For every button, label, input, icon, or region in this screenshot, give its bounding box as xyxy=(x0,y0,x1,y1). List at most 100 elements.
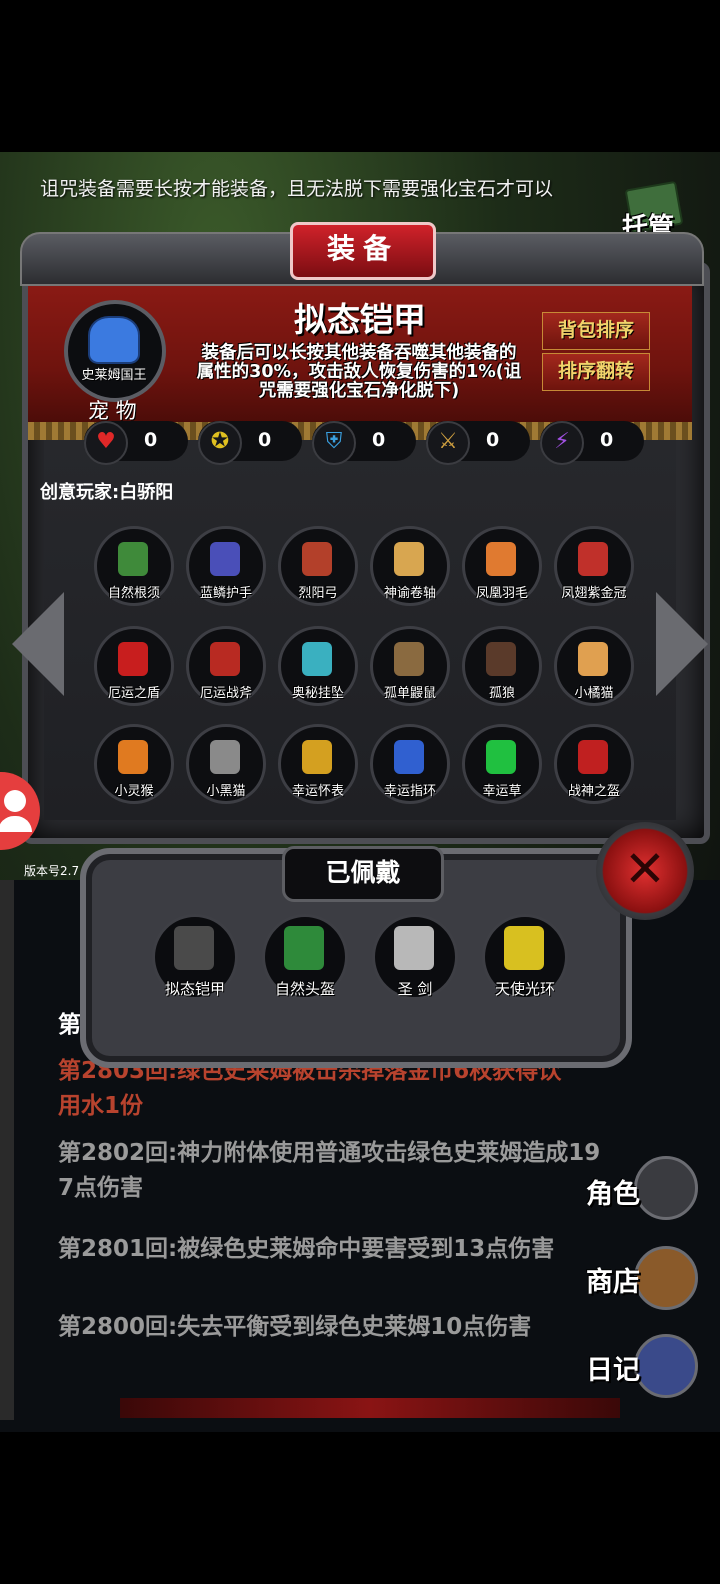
user-icon xyxy=(4,790,26,812)
stat-value: 0 xyxy=(144,429,158,451)
equipped-item[interactable]: 自然头盔 xyxy=(262,914,348,1000)
equipped-icon xyxy=(394,926,434,970)
inventory-item[interactable]: 烈阳弓 xyxy=(278,526,358,606)
helmet-icon[interactable] xyxy=(634,1156,698,1220)
bottom-bar xyxy=(120,1398,620,1418)
equipped-icon xyxy=(174,926,214,970)
stat-attack: ⚔ 0 xyxy=(426,421,530,465)
creator-credit: 创意玩家:白骄阳 xyxy=(40,482,174,503)
inventory-item[interactable]: 自然根须 xyxy=(94,526,174,606)
stat-value: 0 xyxy=(600,429,614,451)
inventory-item[interactable]: 小灵猴 xyxy=(94,724,174,804)
notice-text: 诅咒装备需要长按才能装备，且无法脱下需要强化宝石才可以 xyxy=(40,178,554,200)
item-icon xyxy=(210,542,240,576)
item-label: 奥秘挂坠 xyxy=(291,686,344,701)
armor-icon: ⛨ xyxy=(312,421,356,465)
inventory-item[interactable]: 战神之盔 xyxy=(554,724,634,804)
equipped-label: 天使光环 xyxy=(494,980,555,998)
equipped-label: 拟态铠甲 xyxy=(164,980,225,998)
item-icon xyxy=(486,642,516,676)
equipped-label: 自然头盔 xyxy=(274,980,335,998)
menu-role[interactable]: 角色 xyxy=(586,1172,640,1211)
next-page-arrow[interactable] xyxy=(656,592,708,696)
flip-sort-button[interactable]: 排序翻转 xyxy=(542,353,650,391)
inventory-item[interactable]: 奥秘挂坠 xyxy=(278,626,358,706)
inventory-item[interactable]: 幸运草 xyxy=(462,724,542,804)
equipped-label: 圣 剑 xyxy=(397,980,433,998)
pet-name: 史莱姆国王 xyxy=(81,368,147,383)
beer-mug-icon[interactable] xyxy=(634,1246,698,1310)
item-label: 幸运草 xyxy=(482,784,522,799)
item-icon xyxy=(394,740,424,774)
inventory-item[interactable]: 小黑猫 xyxy=(186,724,266,804)
log-line: 第2802回:神力附体使用普通攻击绿色史莱姆造成19 xyxy=(58,1140,601,1166)
item-icon xyxy=(578,740,608,774)
item-icon xyxy=(210,740,240,774)
inventory-item[interactable]: 幸运指环 xyxy=(370,724,450,804)
item-label: 凤凰羽毛 xyxy=(475,586,528,601)
item-icon xyxy=(486,740,516,774)
weapon-icon: ⚔ xyxy=(426,421,470,465)
item-icon xyxy=(210,642,240,676)
heart-icon: ♥ xyxy=(84,421,128,465)
inventory-item[interactable]: 厄运之盾 xyxy=(94,626,174,706)
menu-shop[interactable]: 商店 xyxy=(586,1260,640,1299)
item-icon xyxy=(394,542,424,576)
version-label: 版本号2.7 xyxy=(24,864,80,878)
inventory-item[interactable]: 厄运战斧 xyxy=(186,626,266,706)
equipped-item[interactable]: 天使光环 xyxy=(482,914,568,1000)
inventory-item[interactable]: 孤狼 xyxy=(462,626,542,706)
item-icon xyxy=(578,642,608,676)
item-label: 自然根须 xyxy=(107,586,160,601)
stat-hp: ♥ 0 xyxy=(84,421,188,465)
item-icon xyxy=(302,740,332,774)
strength-icon: ✪ xyxy=(198,421,242,465)
item-label: 厄运之盾 xyxy=(107,686,160,701)
item-icon xyxy=(578,542,608,576)
prev-page-arrow[interactable] xyxy=(12,592,64,696)
stat-value: 0 xyxy=(372,429,386,451)
inventory-item[interactable]: 小橘猫 xyxy=(554,626,634,706)
item-label: 小橘猫 xyxy=(574,686,614,701)
inventory-item[interactable]: 凤凰羽毛 xyxy=(462,526,542,606)
item-label: 孤单鼹鼠 xyxy=(383,686,436,701)
item-label: 蓝鳞护手 xyxy=(199,586,252,601)
inventory-item[interactable]: 凤翅紫金冠 xyxy=(554,526,634,606)
inventory-item[interactable]: 幸运怀表 xyxy=(278,724,358,804)
item-icon xyxy=(118,542,148,576)
item-icon xyxy=(118,642,148,676)
log-line: 用水1份 xyxy=(58,1093,144,1119)
item-label: 凤翅紫金冠 xyxy=(561,586,627,601)
menu-diary[interactable]: 日记 xyxy=(586,1348,640,1387)
equipped-item[interactable]: 圣 剑 xyxy=(372,914,458,1000)
item-label: 小灵猴 xyxy=(114,784,154,799)
inventory-item[interactable]: 孤单鼹鼠 xyxy=(370,626,450,706)
diary-book-icon[interactable] xyxy=(634,1334,698,1398)
log-entry-2800: 第2800回:失去平衡受到绿色史莱姆10点伤害 xyxy=(58,1314,532,1340)
item-label: 神谕卷轴 xyxy=(383,586,436,601)
inventory-item[interactable]: 神谕卷轴 xyxy=(370,526,450,606)
close-icon: ✕ xyxy=(624,840,666,898)
item-icon xyxy=(302,642,332,676)
item-label: 厄运战斧 xyxy=(199,686,252,701)
equipped-icon xyxy=(284,926,324,970)
item-icon xyxy=(302,542,332,576)
item-label: 烈阳弓 xyxy=(298,586,338,601)
stat-strength: ✪ 0 xyxy=(198,421,302,465)
item-label: 小黑猫 xyxy=(206,784,246,799)
slime-king-icon xyxy=(88,316,140,364)
close-button[interactable]: ✕ xyxy=(596,822,694,920)
panel-title: 装备 xyxy=(290,222,436,280)
item-label: 幸运怀表 xyxy=(291,784,344,799)
inventory-item[interactable]: 蓝鳞护手 xyxy=(186,526,266,606)
item-icon xyxy=(394,642,424,676)
sort-bag-button[interactable]: 背包排序 xyxy=(542,312,650,350)
item-desc-line: 咒需要强化宝石净化脱下) xyxy=(258,381,460,401)
equipped-item[interactable]: 拟态铠甲 xyxy=(152,914,238,1000)
item-desc-line: 装备后可以长按其他装备吞噬其他装备的 xyxy=(201,343,517,363)
item-icon xyxy=(118,740,148,774)
stat-value: 0 xyxy=(258,429,272,451)
item-name: 拟态铠甲 xyxy=(294,300,426,339)
equipped-title: 已佩戴 xyxy=(282,846,444,902)
item-description: 装备后可以长按其他装备吞噬其他装备的 属性的30%，攻击敌人恢复伤害的1%(诅 … xyxy=(176,344,542,401)
